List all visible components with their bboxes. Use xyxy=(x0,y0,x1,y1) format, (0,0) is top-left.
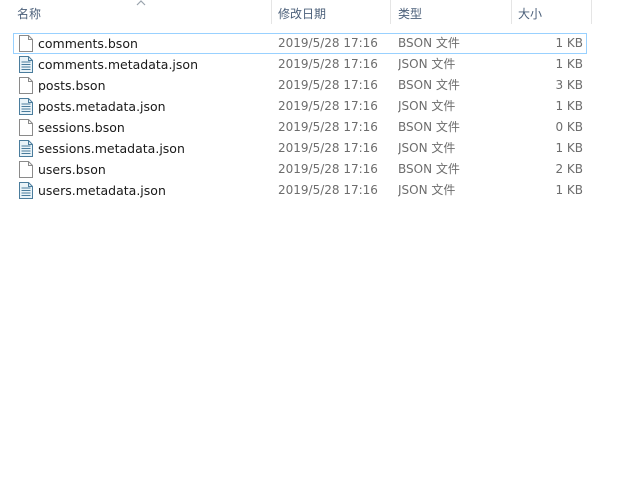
text-file-icon xyxy=(19,98,33,115)
file-size: 1 KB xyxy=(555,99,583,113)
column-header-size-label: 大小 xyxy=(518,7,543,21)
file-modified-date: 2019/5/28 17:16 xyxy=(278,120,378,134)
file-type: BSON 文件 xyxy=(398,78,460,92)
file-size: 0 KB xyxy=(555,120,583,134)
file-modified-date: 2019/5/28 17:16 xyxy=(278,183,378,197)
file-modified-date: 2019/5/28 17:16 xyxy=(278,36,378,50)
file-size: 1 KB xyxy=(555,57,583,71)
file-modified-date: 2019/5/28 17:16 xyxy=(278,78,378,92)
file-size: 1 KB xyxy=(555,141,583,155)
file-type: JSON 文件 xyxy=(398,57,456,71)
text-file-icon xyxy=(19,182,33,199)
column-header-date[interactable]: 修改日期 xyxy=(278,0,388,28)
file-name: comments.bson xyxy=(38,36,138,51)
file-size: 2 KB xyxy=(555,162,583,176)
file-type: JSON 文件 xyxy=(398,183,456,197)
file-modified-date: 2019/5/28 17:16 xyxy=(278,57,378,71)
file-name: posts.bson xyxy=(38,78,106,93)
column-header-type[interactable]: 类型 xyxy=(398,0,508,28)
file-size: 1 KB xyxy=(555,36,583,50)
text-file-icon xyxy=(19,56,33,73)
file-modified-date: 2019/5/28 17:16 xyxy=(278,99,378,113)
file-row[interactable]: users.metadata.json 2019/5/28 17:16 JSON… xyxy=(13,180,587,201)
sort-ascending-icon xyxy=(135,0,147,7)
column-header-size[interactable]: 大小 xyxy=(518,0,588,28)
column-header-name-label: 名称 xyxy=(17,7,42,21)
column-header-bar: 名称 修改日期 类型 大小 xyxy=(0,0,633,28)
file-type: JSON 文件 xyxy=(398,141,456,155)
text-file-icon xyxy=(19,140,33,157)
column-divider[interactable] xyxy=(511,0,512,24)
column-divider[interactable] xyxy=(591,0,592,24)
file-type: JSON 文件 xyxy=(398,99,456,113)
file-row[interactable]: sessions.metadata.json 2019/5/28 17:16 J… xyxy=(13,138,587,159)
file-row[interactable]: comments.metadata.json 2019/5/28 17:16 J… xyxy=(13,54,587,75)
file-row[interactable]: comments.bson 2019/5/28 17:16 BSON 文件 1 … xyxy=(13,33,587,54)
file-name: posts.metadata.json xyxy=(38,99,166,114)
file-row[interactable]: posts.bson 2019/5/28 17:16 BSON 文件 3 KB xyxy=(13,75,587,96)
blank-file-icon xyxy=(19,77,33,94)
column-header-date-label: 修改日期 xyxy=(278,7,327,21)
column-divider[interactable] xyxy=(271,0,272,24)
file-type: BSON 文件 xyxy=(398,36,460,50)
file-name: comments.metadata.json xyxy=(38,57,198,72)
file-name: sessions.bson xyxy=(38,120,125,135)
file-row[interactable]: users.bson 2019/5/28 17:16 BSON 文件 2 KB xyxy=(13,159,587,180)
file-name: users.bson xyxy=(38,162,106,177)
file-row[interactable]: sessions.bson 2019/5/28 17:16 BSON 文件 0 … xyxy=(13,117,587,138)
file-modified-date: 2019/5/28 17:16 xyxy=(278,141,378,155)
file-size: 3 KB xyxy=(555,78,583,92)
file-row[interactable]: posts.metadata.json 2019/5/28 17:16 JSON… xyxy=(13,96,587,117)
blank-file-icon xyxy=(19,161,33,178)
column-divider[interactable] xyxy=(390,0,391,24)
file-size: 1 KB xyxy=(555,183,583,197)
blank-file-icon xyxy=(19,35,33,52)
blank-file-icon xyxy=(19,119,33,136)
file-type: BSON 文件 xyxy=(398,120,460,134)
column-header-type-label: 类型 xyxy=(398,7,423,21)
file-modified-date: 2019/5/28 17:16 xyxy=(278,162,378,176)
file-type: BSON 文件 xyxy=(398,162,460,176)
file-name: sessions.metadata.json xyxy=(38,141,185,156)
file-explorer-details-view: 名称 修改日期 类型 大小 comments.bson 2019/5/28 17… xyxy=(0,0,633,480)
file-name: users.metadata.json xyxy=(38,183,166,198)
